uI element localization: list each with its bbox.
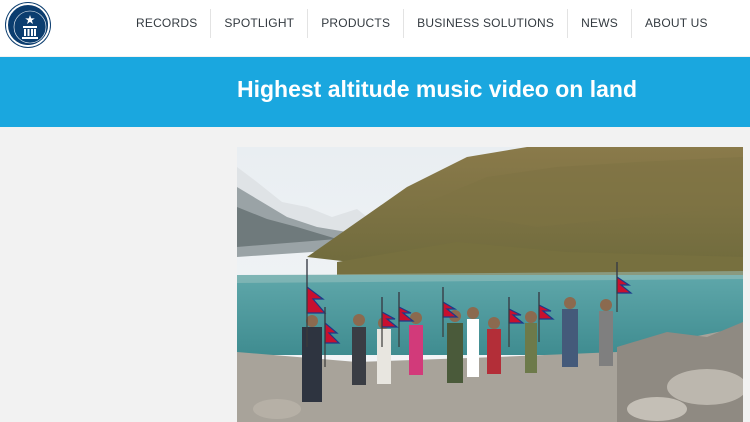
record-title: Highest altitude music video on land xyxy=(237,76,637,102)
nav-about-us[interactable]: ABOUT US xyxy=(632,9,721,38)
record-title-banner: Highest altitude music video on land xyxy=(0,57,750,127)
nav-news[interactable]: NEWS xyxy=(568,9,632,38)
record-photo xyxy=(237,147,743,422)
nav-spotlight[interactable]: SPOTLIGHT xyxy=(211,9,309,38)
main-nav: RECORDS SPOTLIGHT PRODUCTS BUSINESS SOLU… xyxy=(123,9,721,38)
nav-records[interactable]: RECORDS xyxy=(123,9,212,38)
top-navigation-bar: RECORDS SPOTLIGHT PRODUCTS BUSINESS SOLU… xyxy=(0,0,750,56)
main-content xyxy=(0,127,750,422)
nav-products[interactable]: PRODUCTS xyxy=(308,9,405,38)
nav-business-solutions[interactable]: BUSINESS SOLUTIONS xyxy=(404,9,569,38)
guinness-world-records-logo[interactable] xyxy=(6,3,50,47)
